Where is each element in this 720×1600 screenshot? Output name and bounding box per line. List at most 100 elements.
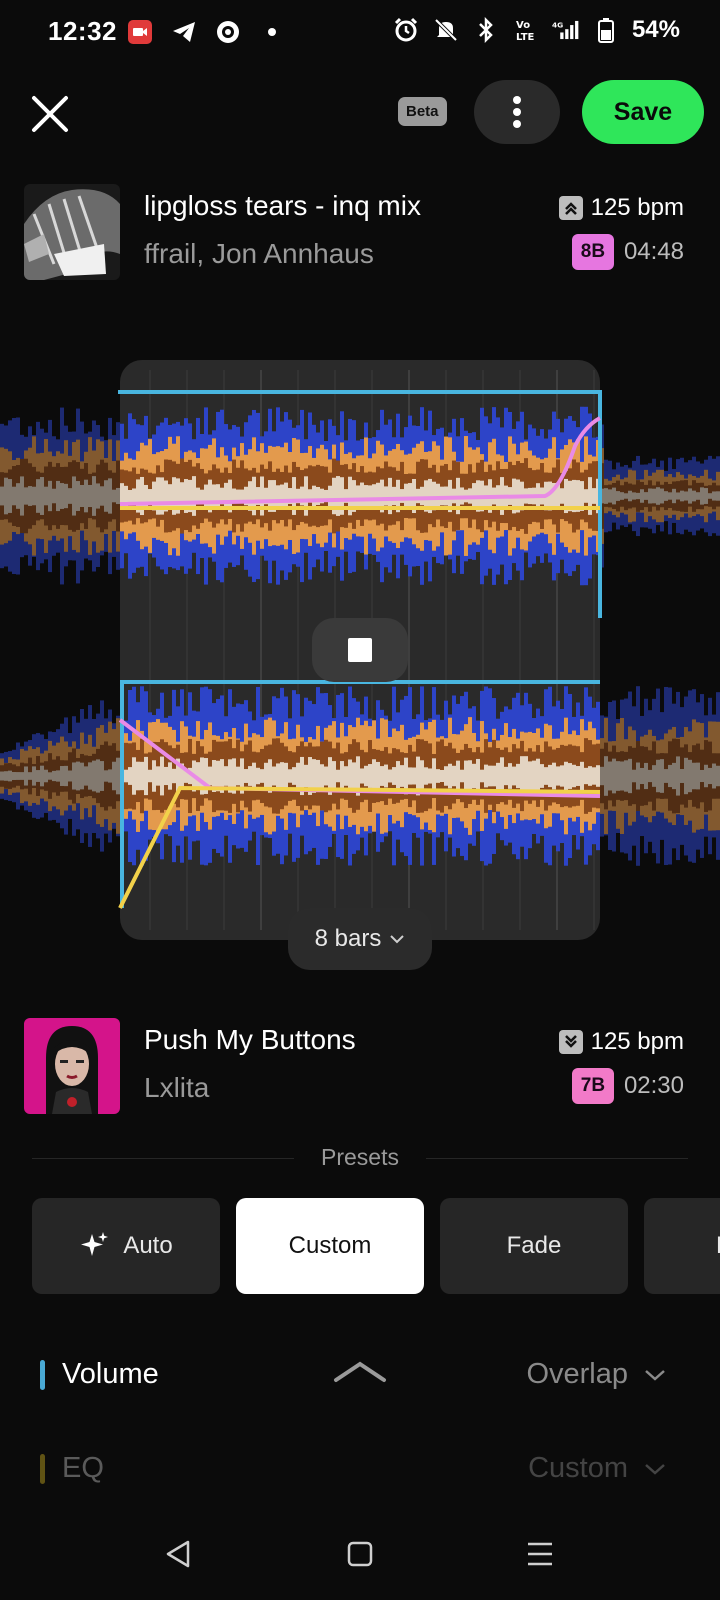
system-nav-bar [0,1510,720,1600]
close-button[interactable] [22,86,78,142]
waveform-bar [256,767,260,785]
waveform-bar [136,761,140,791]
track-a-bpm: 125 bpm [590,194,684,221]
preset-auto-button[interactable]: Auto [32,1198,220,1294]
waveform-bar [360,768,364,784]
save-button[interactable]: Save [582,80,704,144]
waveform-bar [464,760,468,792]
waveform-bar [252,762,256,790]
waveform-bar [516,763,520,789]
waveform-bar [244,769,248,783]
waveform-bar [368,764,372,788]
waveform-bar [568,763,572,789]
waveform-bar [552,762,556,790]
waveform-bar [276,485,280,507]
eq-row[interactable]: EQ Custom [0,1440,720,1500]
waveform-bar [360,482,364,510]
volte-icon: Vo LTE [512,16,540,44]
transition-length-label: 8 bars [314,925,382,952]
volume-mode-value: Overlap [526,1358,628,1390]
waveform-bar [432,481,436,511]
svg-text:4G: 4G [552,21,563,30]
waveform-bar [484,764,488,788]
chevron-up-icon[interactable] [332,1360,388,1384]
waveform-bar [208,766,212,786]
preset-label: Fade [506,1232,562,1259]
waveform-bar [456,760,460,792]
volume-row[interactable]: Volume Overlap [0,1346,720,1406]
waveform-bar [504,766,508,786]
waveform-bar [448,763,452,789]
eq-mode-dropdown[interactable]: Custom [528,1452,666,1485]
waveform-bar [324,766,328,786]
outside-shade-left [0,360,120,940]
waveform-bar [468,760,472,792]
back-triangle-icon [166,1540,190,1568]
svg-text:LTE: LTE [516,32,535,43]
transition-editor[interactable]: 8 bars [0,340,720,980]
preset-custom-button[interactable]: Custom [236,1198,424,1294]
track-a-row[interactable]: lipgloss tears - inq mix ffrail, Jon Ann… [0,184,720,284]
telegram-icon [170,18,198,46]
waveform-bar [424,767,428,785]
waveform-bar [492,765,496,787]
nav-back-button[interactable] [156,1532,200,1576]
waveform-bar [436,769,440,783]
waveform-bar [152,760,156,792]
sparkle-icon [81,1232,109,1256]
nav-home-button[interactable] [338,1532,382,1576]
waveform-bar [128,767,132,785]
waveform-bar [296,762,300,790]
waveform-bar [164,766,168,786]
track-b-duration: 02:30 [623,1072,684,1099]
preset-partial-button[interactable]: F [644,1198,720,1294]
track-b-bpm: 125 bpm [590,1028,684,1055]
waveform-bar [488,765,492,787]
waveform-bar [316,759,320,793]
presets-list[interactable]: Auto Custom Fade F [32,1198,720,1294]
preset-label: Custom [288,1232,372,1259]
nav-recents-button[interactable] [518,1532,562,1576]
waveform-bar [264,762,268,790]
chevron-down-icon [390,935,405,944]
waveform-bar [452,765,456,787]
track-b-row[interactable]: Push My Buttons Lxlita 125 bpm 7B 02:30 [0,1018,720,1118]
more-options-button[interactable] [474,80,560,144]
waveform-bar [248,766,252,786]
waveform-bar [576,766,580,786]
bluetooth-icon [472,16,500,44]
waveform-bar [280,484,284,508]
waveform-bar [236,766,240,786]
waveform-bar [408,767,412,785]
stop-button[interactable] [312,618,408,682]
waveform-bar [340,761,344,791]
transition-length-dropdown[interactable]: 8 bars [288,908,432,970]
waveform-bar [372,484,376,508]
waveform-bar [564,761,568,791]
home-square-icon [347,1541,373,1567]
chevrons-up-icon [558,196,583,220]
mute-icon [432,16,460,44]
waveform-bar [140,761,144,791]
waveform-bar [428,768,432,784]
dot-icon [258,18,286,46]
video-record-icon [126,18,154,46]
preset-fade-button[interactable]: Fade [440,1198,628,1294]
alarm-icon [392,16,420,44]
waveform-bar [592,488,596,504]
waveform-bar [460,769,464,783]
eq-accent [40,1454,45,1484]
waveform-bar [592,767,596,785]
volume-label: Volume [62,1358,159,1390]
waveform-bar [400,765,404,787]
waveform-bar [404,483,408,509]
track-a-artwork [24,184,120,280]
waveform-bar [540,764,544,788]
waveform-bar [508,763,512,789]
waveform-bar [420,760,424,792]
waveform-bar [400,489,404,503]
volume-mode-dropdown[interactable]: Overlap [526,1358,666,1391]
waveform-bar [304,764,308,788]
waveform-bar [276,763,280,789]
waveform-bar [560,488,564,504]
